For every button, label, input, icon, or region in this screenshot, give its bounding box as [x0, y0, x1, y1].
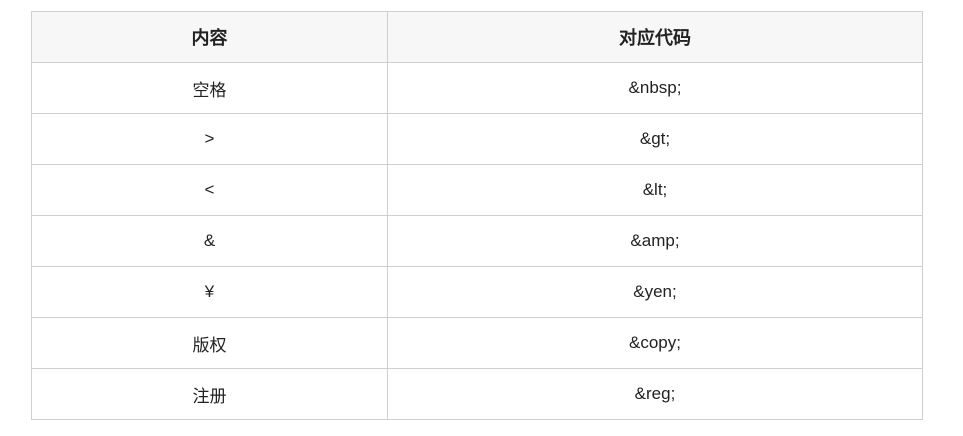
content-cell: 空格: [31, 62, 388, 114]
content-cell: ¥: [31, 266, 388, 318]
code-cell: &reg;: [387, 368, 923, 420]
content-cell: >: [31, 113, 388, 165]
entity-table: 内容 对应代码 空格 &nbsp; > &gt; < &lt; & &amp; …: [31, 11, 923, 420]
table-row: 版权 &copy;: [31, 317, 923, 369]
code-cell: &gt;: [387, 113, 923, 165]
table-body: 空格 &nbsp; > &gt; < &lt; & &amp; ¥ &yen; …: [31, 62, 923, 420]
table-header: 内容 对应代码: [31, 11, 923, 63]
table-row: > &gt;: [31, 113, 923, 165]
column-header-code: 对应代码: [387, 11, 923, 63]
code-cell: &amp;: [387, 215, 923, 267]
content-cell: 版权: [31, 317, 388, 369]
code-cell: &nbsp;: [387, 62, 923, 114]
code-cell: &yen;: [387, 266, 923, 318]
table-row: < &lt;: [31, 164, 923, 216]
code-cell: &copy;: [387, 317, 923, 369]
content-cell: 注册: [31, 368, 388, 420]
table-row: & &amp;: [31, 215, 923, 267]
table-row: 注册 &reg;: [31, 368, 923, 420]
table-row: ¥ &yen;: [31, 266, 923, 318]
column-header-content: 内容: [31, 11, 388, 63]
code-cell: &lt;: [387, 164, 923, 216]
content-cell: &: [31, 215, 388, 267]
content-cell: <: [31, 164, 388, 216]
table-row: 空格 &nbsp;: [31, 62, 923, 114]
header-row: 内容 对应代码: [31, 11, 923, 63]
